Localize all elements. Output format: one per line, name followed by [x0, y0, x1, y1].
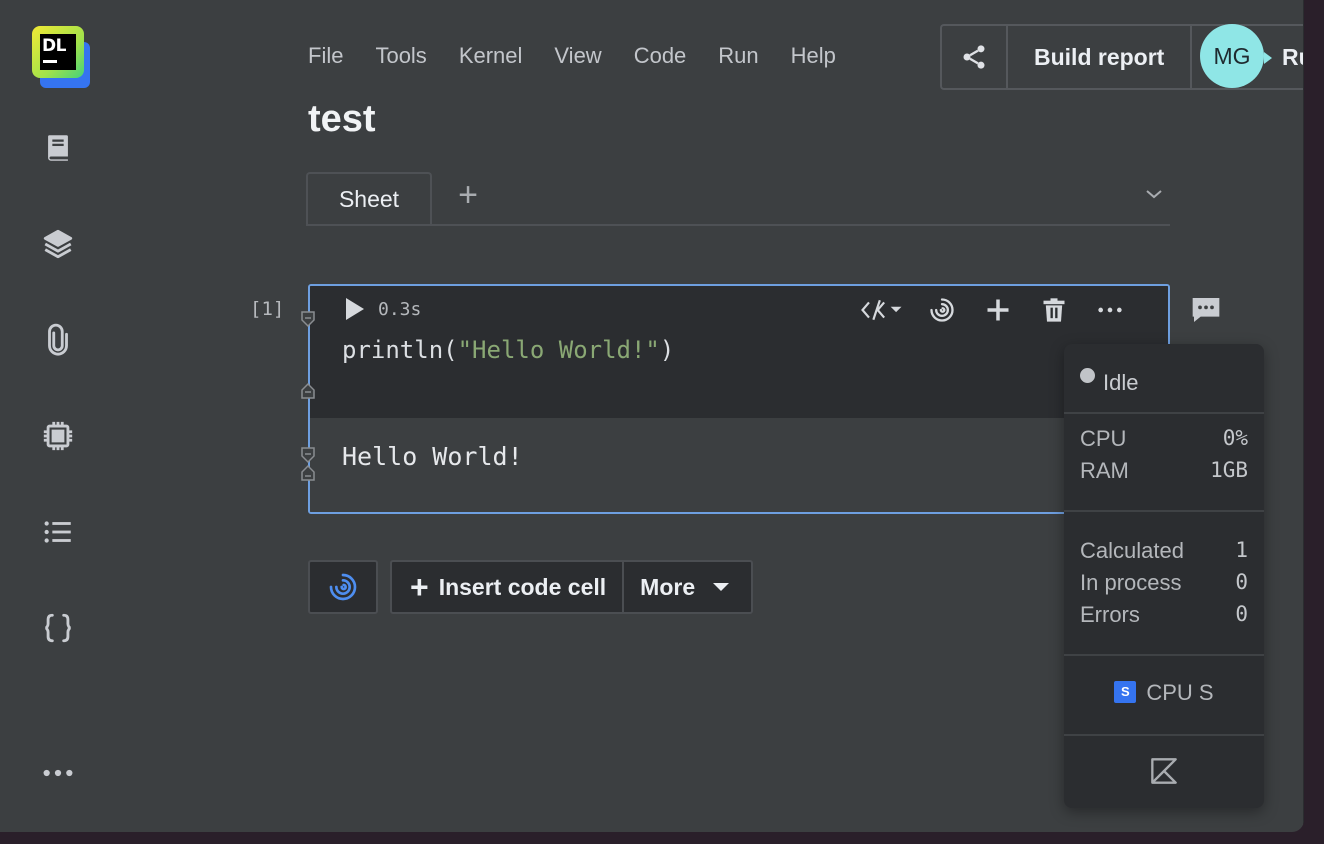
calculated-label: Calculated	[1080, 538, 1184, 563]
insert-code-cell-button[interactable]: + Insert code cell	[392, 562, 625, 612]
menu-bar: File Tools Kernel View Code Run Help	[308, 40, 868, 72]
menu-file[interactable]: File	[308, 40, 343, 72]
ram-label: RAM	[1080, 458, 1129, 483]
book-icon[interactable]	[38, 128, 78, 168]
app-window: DL File Tools Kernel View Code Run Help …	[0, 0, 1304, 832]
add-icon	[987, 299, 1009, 321]
insert-cell-group: + Insert code cell More	[390, 560, 754, 614]
logo-text: DL	[42, 36, 66, 56]
menu-run[interactable]: Run	[718, 40, 758, 72]
braces-icon[interactable]	[38, 608, 78, 648]
add-cell-button[interactable]	[970, 294, 1026, 326]
output-text: Hello World!	[342, 442, 523, 471]
kernel-language[interactable]	[1064, 734, 1264, 808]
cell-index: [1]	[250, 298, 285, 320]
kotlin-icon	[1151, 758, 1177, 784]
run-button[interactable]: Ru	[1282, 26, 1304, 88]
plus-icon: +	[410, 569, 429, 605]
errors-value: 0	[1235, 602, 1248, 626]
cell-collapse-markers[interactable]	[300, 310, 316, 490]
code-cell[interactable]: 0.3s println("Hello World!") Hello World…	[308, 284, 1170, 514]
menu-view[interactable]: View	[554, 40, 601, 72]
machine-label: CPU S	[1146, 680, 1214, 705]
cell-toolbar	[850, 294, 1138, 326]
tab-sheet[interactable]: Sheet	[306, 172, 432, 224]
chevron-down-icon[interactable]	[1142, 182, 1166, 206]
paperclip-icon[interactable]	[38, 320, 78, 360]
avatar-pointer	[1264, 52, 1272, 64]
code-function: println(	[342, 336, 458, 364]
menu-code[interactable]: Code	[634, 40, 687, 72]
avatar[interactable]: MG	[1200, 24, 1264, 88]
more-label: More	[640, 573, 696, 600]
notebook-title[interactable]: test	[308, 98, 376, 141]
code-string: "Hello World!"	[457, 336, 660, 364]
more-dots-icon[interactable]	[38, 753, 78, 793]
datalore-logo[interactable]: DL	[30, 24, 90, 88]
execution-time: 0.3s	[378, 299, 422, 320]
cell-more-button[interactable]	[1082, 294, 1138, 326]
machine-section[interactable]: S CPU S	[1064, 654, 1264, 736]
cells-section: Calculated 1 In process 0 Errors 0	[1064, 510, 1264, 656]
delete-cell-button[interactable]	[1026, 294, 1082, 326]
inprocess-label: In process	[1080, 570, 1182, 595]
insert-code-cell-label: Insert code cell	[438, 573, 607, 600]
ai-generate-button[interactable]	[308, 560, 378, 614]
code-line[interactable]: println("Hello World!")	[342, 336, 674, 364]
run-cell-button[interactable]	[342, 296, 366, 322]
cell-output: Hello World!	[310, 418, 1168, 512]
kernel-state: Idle	[1103, 370, 1139, 395]
calculated-value: 1	[1235, 538, 1248, 562]
ram-value: 1GB	[1210, 458, 1248, 482]
menu-tools[interactable]: Tools	[375, 40, 426, 72]
code-view-icon	[861, 299, 902, 321]
layers-icon[interactable]	[38, 224, 78, 264]
share-button[interactable]	[942, 26, 1008, 88]
cpu-label: CPU	[1080, 426, 1127, 451]
more-dropdown-button[interactable]: More	[624, 562, 751, 612]
ai-spiral-icon	[329, 573, 357, 601]
sidebar: DL	[0, 0, 116, 832]
list-icon[interactable]	[38, 512, 78, 552]
kernel-status-popup: Idle CPU 0% RAM 1GB Calculated 1 In process…	[1064, 344, 1264, 808]
resources-section: CPU 0% RAM 1GB	[1064, 412, 1264, 512]
status-dot-icon	[1080, 368, 1095, 383]
ai-spiral-icon	[930, 298, 954, 322]
build-report-button[interactable]: Build report	[1008, 26, 1193, 88]
errors-label: Errors	[1080, 602, 1140, 627]
cpu-value: 0%	[1222, 426, 1248, 450]
cell-input[interactable]: 0.3s println("Hello World!")	[310, 286, 1168, 418]
status-section: Idle	[1064, 344, 1264, 414]
ai-assistant-button[interactable]	[914, 294, 970, 326]
menu-kernel[interactable]: Kernel	[459, 40, 523, 72]
chip-icon[interactable]	[38, 416, 78, 456]
top-toolbar: Build report MG Ru	[940, 24, 1304, 90]
trash-icon	[1043, 298, 1065, 322]
sheet-tabs: Sheet +	[306, 172, 1170, 226]
menu-help[interactable]: Help	[791, 40, 836, 72]
add-sheet-button[interactable]: +	[452, 178, 484, 212]
share-icon	[963, 45, 985, 69]
comment-icon[interactable]	[1190, 294, 1222, 326]
machine-size-badge: S	[1114, 681, 1137, 704]
play-icon	[346, 298, 364, 320]
code-paren: )	[659, 336, 675, 364]
caret-down-icon	[713, 583, 730, 591]
code-view-button[interactable]	[850, 294, 914, 326]
more-icon	[1098, 307, 1122, 313]
inprocess-value: 0	[1235, 570, 1248, 594]
